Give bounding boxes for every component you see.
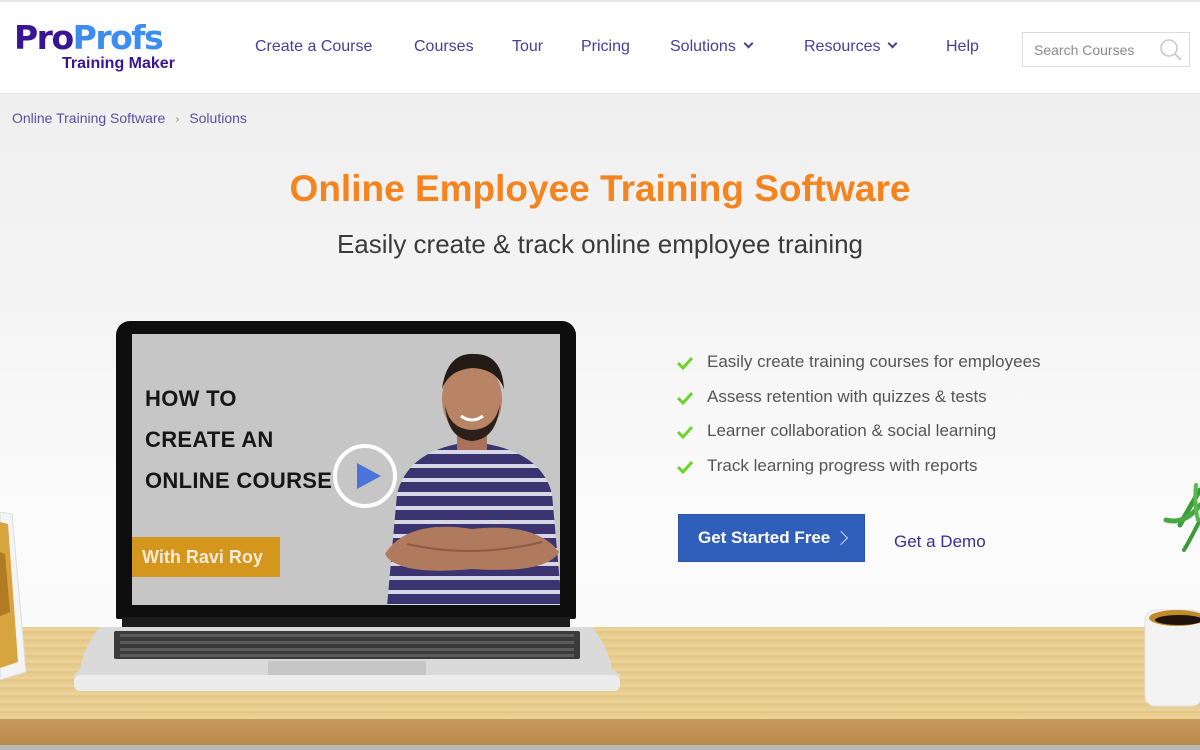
chevron-down-icon: [743, 38, 754, 49]
nav-label: Create a Course: [255, 38, 373, 55]
feature-item: Assess retention with quizzes & tests: [676, 387, 1041, 422]
checkmark-icon: [676, 425, 694, 440]
chevron-right-icon: [833, 530, 849, 546]
nav-label: Solutions: [670, 38, 736, 55]
nav-tour[interactable]: Tour: [512, 38, 543, 56]
logo-wordmark: ProProfs: [14, 20, 189, 56]
nav-pricing[interactable]: Pricing: [581, 38, 630, 56]
laptop-keyboard-image: [73, 617, 620, 691]
video-title-line-2: CREATE AN: [145, 427, 274, 452]
checkmark-icon: [676, 460, 694, 474]
nav-label: Resources: [804, 38, 881, 55]
feature-item: Learner collaboration & social learning: [676, 421, 1041, 456]
search-box: [1022, 32, 1190, 67]
chevron-down-icon: [888, 38, 898, 49]
nav-courses[interactable]: Courses: [414, 38, 474, 56]
nav-label: Help: [946, 38, 979, 55]
nav-help[interactable]: Help: [946, 38, 979, 56]
get-started-label: Get Started Free: [698, 528, 831, 547]
proprofs-logo[interactable]: ProProfs Training Maker: [14, 20, 189, 78]
nav-label: Courses: [414, 38, 474, 55]
search-input[interactable]: [1023, 33, 1151, 66]
desk-edge: [0, 719, 1200, 745]
feature-item: Easily create training courses for emplo…: [676, 352, 1041, 387]
get-started-free-button[interactable]: Get Started Free: [678, 514, 865, 562]
feature-list: Easily create training courses for emplo…: [676, 352, 1041, 490]
nav-label: Pricing: [581, 38, 630, 55]
search-icon[interactable]: [1159, 38, 1183, 62]
video-thumbnail[interactable]: HOW TO CREATE AN ONLINE COURSE With Ravi…: [132, 334, 560, 605]
feature-text: Easily create training courses for emplo…: [707, 352, 1041, 371]
breadcrumb: Online Training Software › Solutions: [12, 110, 247, 126]
feature-text: Assess retention with quizzes & tests: [707, 386, 987, 406]
breadcrumb-link-online-training-software[interactable]: Online Training Software: [12, 110, 165, 126]
checkmark-icon: [676, 356, 694, 371]
page-title: Online Employee Training Software: [289, 168, 911, 209]
picture-frame-image: [0, 512, 27, 681]
breadcrumb-link-solutions[interactable]: Solutions: [189, 110, 247, 126]
play-icon[interactable]: [332, 443, 398, 509]
logo-subtitle: Training Maker: [62, 55, 175, 72]
breadcrumb-separator: ›: [175, 112, 180, 126]
video-title-line-1: HOW TO: [145, 386, 237, 411]
nav-create-course[interactable]: Create a Course: [255, 38, 372, 56]
feature-text: Learner collaboration & social learning: [707, 421, 997, 440]
nav-solutions[interactable]: Solutions: [670, 38, 754, 56]
logo-part-2: Profs: [72, 18, 164, 57]
get-a-demo-link[interactable]: Get a Demo: [894, 532, 986, 552]
site-header: ProProfs Training Maker Create a Course …: [0, 0, 1200, 94]
presenter-badge: With Ravi Roy: [132, 537, 280, 577]
logo-part-1: Pro: [14, 18, 74, 57]
page-subtitle: Easily create & track online employee tr…: [336, 229, 864, 259]
feature-text: Track learning progress with reports: [707, 455, 978, 475]
video-title-line-3: ONLINE COURSE: [145, 468, 333, 493]
plant-image: [1163, 483, 1200, 552]
presenter-image: [385, 353, 560, 605]
feature-item: Track learning progress with reports: [676, 456, 1041, 491]
nav-label: Tour: [512, 38, 544, 55]
checkmark-icon: [676, 391, 694, 405]
coffee-mug-image: [1144, 609, 1200, 707]
desk-shadow: [0, 745, 1200, 750]
nav-resources[interactable]: Resources: [804, 38, 898, 56]
